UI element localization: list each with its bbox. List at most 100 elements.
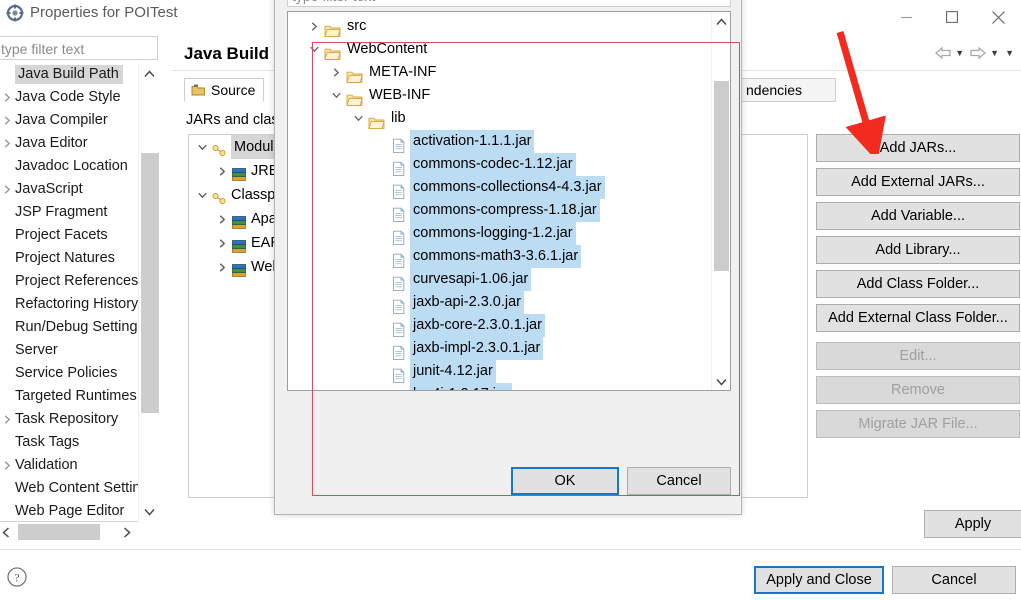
tree-item-label: commons-logging-1.2.jar — [410, 222, 576, 245]
tab-module-dependencies[interactable]: ndencies — [740, 78, 836, 102]
list-item[interactable]: WEB-INF — [288, 84, 714, 107]
list-item[interactable]: jaxb-core-2.3.0.1.jar — [288, 314, 714, 338]
add-variable-button[interactable]: Add Variable... — [816, 202, 1020, 230]
forward-arrow-icon[interactable] — [969, 46, 987, 60]
jar-dialog-tree[interactable]: src WebContent META-INF WEB-INF lib activatio… — [287, 11, 731, 391]
sidebar-item-task-repository[interactable]: Task Repository — [0, 408, 157, 431]
tree-item-label: commons-collections4-4.3.jar — [410, 176, 605, 199]
sidebar-item-validation[interactable]: Validation — [0, 454, 157, 477]
scroll-down-icon[interactable] — [139, 501, 160, 522]
jar-tree-vertical-scrollbar[interactable] — [711, 13, 730, 390]
add-class-folder-button[interactable]: Add Class Folder... — [816, 270, 1020, 298]
back-arrow-icon[interactable] — [934, 46, 952, 60]
minimize-icon[interactable] — [883, 0, 929, 34]
chevron-right-icon[interactable] — [1, 132, 13, 155]
sidebar-item-targeted-runtimes[interactable]: Targeted Runtimes — [0, 385, 157, 408]
chevron-right-icon[interactable] — [328, 61, 344, 84]
sidebar-horizontal-scrollbar[interactable] — [0, 522, 159, 542]
maximize-icon[interactable] — [929, 0, 975, 34]
cancel-button[interactable]: Cancel — [892, 566, 1016, 594]
chevron-right-icon[interactable] — [1, 109, 13, 132]
add-jars-button[interactable]: Add JARs... — [816, 134, 1020, 162]
list-item[interactable]: junit-4.12.jar — [288, 360, 714, 384]
list-item[interactable]: commons-codec-1.12.jar — [288, 153, 714, 177]
chevron-right-icon[interactable] — [215, 207, 229, 231]
sidebar-filter-input[interactable]: type filter text — [0, 36, 158, 60]
tree-item-label: activation-1.1.1.jar — [410, 130, 535, 153]
tree-item-label: log4j-1.2.17.jar — [410, 383, 512, 390]
add-external-class-folder-button[interactable]: Add External Class Folder... — [816, 304, 1020, 332]
sidebar-item-web-page-editor[interactable]: Web Page Editor — [0, 500, 157, 521]
chevron-down-icon[interactable] — [306, 38, 322, 61]
sidebar-item-run-debug-settings[interactable]: Run/Debug Settings — [0, 316, 157, 339]
add-external-jars-button[interactable]: Add External JARs... — [816, 168, 1020, 196]
list-item[interactable]: commons-logging-1.2.jar — [288, 222, 714, 246]
chevron-right-icon[interactable] — [1, 178, 13, 201]
chevron-down-icon[interactable] — [195, 183, 209, 207]
sidebar-item-javascript[interactable]: JavaScript — [0, 178, 157, 201]
list-item[interactable]: commons-math3-3.6.1.jar — [288, 245, 714, 269]
chevron-right-icon[interactable] — [1, 86, 13, 109]
apply-button[interactable]: Apply — [924, 510, 1021, 538]
scroll-down-icon[interactable] — [712, 373, 730, 390]
list-item[interactable]: commons-compress-1.18.jar — [288, 199, 714, 223]
sidebar-item-jsp-fragment[interactable]: JSP Fragment — [0, 201, 157, 224]
tab-source[interactable]: Source — [184, 78, 265, 102]
list-item[interactable]: log4j-1.2.17.jar — [288, 383, 714, 390]
add-library-button[interactable]: Add Library... — [816, 236, 1020, 264]
sidebar-item-java-editor[interactable]: Java Editor — [0, 132, 157, 155]
scrollbar-thumb[interactable] — [714, 81, 729, 271]
sidebar-item-project-references[interactable]: Project References — [0, 270, 157, 293]
scrollbar-thumb[interactable] — [18, 524, 100, 540]
list-item[interactable]: curvesapi-1.06.jar — [288, 268, 714, 292]
sidebar-tree[interactable]: Java Build Path Java Code Style Java Compi… — [0, 63, 158, 522]
chevron-right-icon[interactable] — [1, 454, 13, 477]
apply-and-close-button[interactable]: Apply and Close — [754, 566, 884, 594]
sidebar-item-java-compiler[interactable]: Java Compiler — [0, 109, 157, 132]
list-item[interactable]: activation-1.1.1.jar — [288, 130, 714, 154]
chevron-down-icon[interactable] — [350, 107, 366, 130]
chevron-right-icon[interactable] — [215, 159, 229, 183]
tree-item-label: jaxb-impl-2.3.0.1.jar — [410, 337, 544, 360]
sidebar-vertical-scrollbar[interactable] — [138, 63, 159, 522]
view-menu-icon[interactable]: ▼ — [1005, 48, 1014, 58]
library-icon — [232, 240, 246, 253]
list-item[interactable]: lib — [288, 107, 714, 130]
sidebar-item-java-code-style[interactable]: Java Code Style — [0, 86, 157, 109]
sidebar-item-refactoring-history[interactable]: Refactoring History — [0, 293, 157, 316]
help-icon[interactable]: ? — [6, 566, 28, 588]
chevron-right-icon[interactable] — [215, 255, 229, 279]
sidebar-item-web-content-settings[interactable]: Web Content Settings — [0, 477, 157, 500]
sidebar-item-project-natures[interactable]: Project Natures — [0, 247, 157, 270]
scroll-up-icon[interactable] — [712, 13, 730, 31]
scroll-up-icon[interactable] — [139, 63, 160, 84]
sidebar-item-javadoc-location[interactable]: Javadoc Location — [0, 155, 157, 178]
list-item[interactable]: src — [288, 15, 714, 38]
navigation-history-controls[interactable]: ▼ ▼ ▼ — [934, 46, 1017, 60]
list-item[interactable]: META-INF — [288, 61, 714, 84]
library-icon — [232, 264, 246, 277]
chevron-right-icon[interactable] — [306, 15, 322, 38]
chevron-right-icon[interactable] — [215, 231, 229, 255]
chevron-down-icon[interactable] — [328, 84, 344, 107]
jar-dialog-filter-input[interactable]: type filter text — [287, 0, 731, 7]
sidebar-item-task-tags[interactable]: Task Tags — [0, 431, 157, 454]
scroll-left-icon[interactable] — [0, 522, 16, 542]
chevron-right-icon[interactable] — [1, 408, 13, 431]
sidebar-item-project-facets[interactable]: Project Facets — [0, 224, 157, 247]
sidebar-item-server[interactable]: Server — [0, 339, 157, 362]
list-item[interactable]: commons-collections4-4.3.jar — [288, 176, 714, 200]
scrollbar-thumb[interactable] — [141, 153, 159, 413]
list-item[interactable]: jaxb-impl-2.3.0.1.jar — [288, 337, 714, 361]
forward-dropdown-icon[interactable]: ▼ — [990, 48, 999, 58]
back-dropdown-icon[interactable]: ▼ — [955, 48, 964, 58]
scroll-right-icon[interactable] — [117, 522, 137, 542]
jar-dialog-cancel-button[interactable]: Cancel — [627, 467, 731, 495]
sidebar-item-service-policies[interactable]: Service Policies — [0, 362, 157, 385]
chevron-down-icon[interactable] — [195, 135, 209, 159]
list-item[interactable]: WebContent — [288, 38, 714, 61]
close-icon[interactable] — [975, 0, 1021, 34]
sidebar-item-java-build-path[interactable]: Java Build Path — [0, 63, 157, 86]
ok-button[interactable]: OK — [511, 467, 619, 495]
list-item[interactable]: jaxb-api-2.3.0.jar — [288, 291, 714, 315]
